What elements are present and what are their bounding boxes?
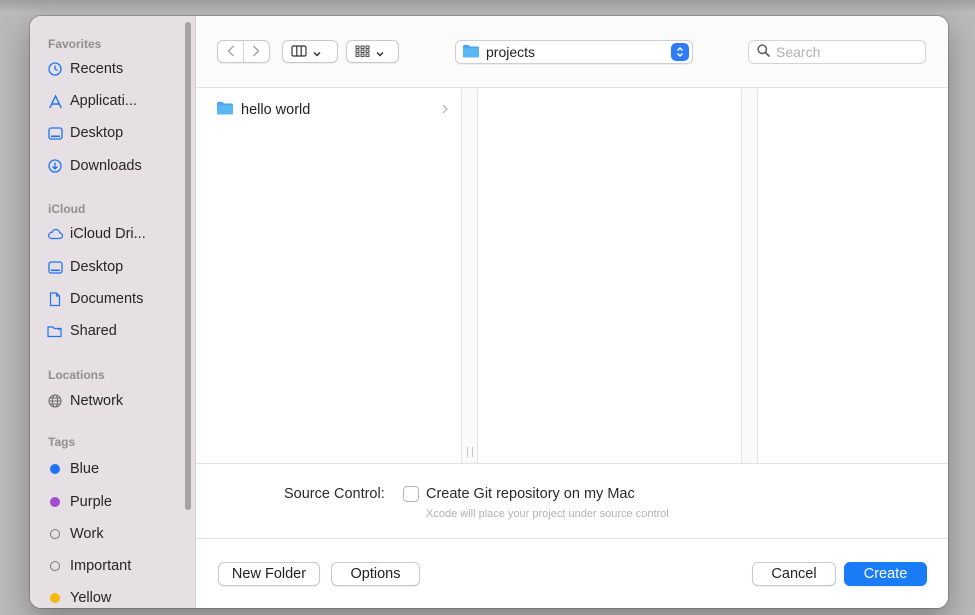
sidebar-item-label: Important — [70, 558, 132, 574]
browser-column-2 — [478, 89, 742, 463]
chevron-left-icon — [227, 44, 235, 60]
chevron-down-icon — [313, 44, 321, 60]
new-folder-button[interactable]: New Folder — [218, 562, 320, 586]
sidebar-item-downloads[interactable]: Downloads — [47, 155, 185, 177]
folder-icon — [462, 44, 480, 61]
sidebar-tag-yellow[interactable]: Yellow — [47, 587, 185, 608]
tag-ring-icon — [47, 558, 63, 574]
sidebar-item-label: Desktop — [70, 259, 124, 275]
browser-column-3 — [758, 89, 948, 463]
sidebar-item-label: Shared — [70, 323, 117, 339]
sidebar-section-favorites: Favorites — [48, 37, 102, 51]
sidebar: Favorites Recents Applicati... Desktop D… — [30, 16, 196, 608]
location-label: projects — [486, 44, 536, 60]
sidebar-item-recents[interactable]: Recents — [47, 58, 185, 80]
chevron-right-icon — [252, 44, 260, 60]
search-field[interactable] — [748, 40, 926, 64]
sidebar-item-icloud-desktop[interactable]: Desktop — [47, 256, 185, 278]
sidebar-item-label: Purple — [70, 494, 112, 510]
back-forward-group — [217, 40, 270, 63]
popup-stepper-icon — [671, 43, 689, 61]
desktop-icon — [47, 259, 63, 275]
sidebar-item-network[interactable]: Network — [47, 390, 185, 412]
applications-icon — [47, 93, 63, 109]
clock-icon — [47, 61, 63, 77]
sidebar-tag-work[interactable]: Work — [47, 523, 185, 545]
toolbar: projects — [196, 16, 948, 88]
chevron-right-icon — [442, 103, 448, 117]
sidebar-section-tags: Tags — [48, 435, 76, 449]
sidebar-scrollbar[interactable] — [185, 22, 191, 510]
sidebar-item-label: Network — [70, 393, 124, 409]
folder-icon — [216, 101, 234, 119]
create-button[interactable]: Create — [844, 562, 927, 586]
source-control-label: Source Control: — [284, 486, 385, 502]
group-by-button[interactable] — [346, 40, 399, 63]
sidebar-item-label: Work — [70, 526, 104, 542]
sidebar-item-label: Downloads — [70, 158, 142, 174]
view-mode-button[interactable] — [282, 40, 338, 63]
tag-dot-icon — [47, 494, 63, 510]
search-icon — [757, 44, 770, 60]
search-input[interactable] — [776, 44, 916, 60]
sidebar-item-label: Applicati... — [70, 93, 137, 109]
grid-view-icon — [355, 44, 370, 60]
source-control-options: Source Control: Create Git repository on… — [196, 463, 948, 539]
tag-dot-icon — [47, 461, 63, 477]
column-browser: hello world — [196, 89, 948, 463]
cloud-icon — [47, 226, 63, 242]
sidebar-item-label: Documents — [70, 291, 144, 307]
chevron-down-icon — [376, 44, 384, 60]
sidebar-item-label: Yellow — [70, 590, 112, 606]
sidebar-item-label: Recents — [70, 61, 124, 77]
sidebar-item-shared[interactable]: Shared — [47, 320, 185, 342]
sidebar-item-label: Desktop — [70, 125, 124, 141]
git-repository-checkbox[interactable] — [403, 486, 419, 502]
sidebar-section-icloud: iCloud — [48, 202, 86, 216]
dialog-footer: New Folder Options Cancel Create — [196, 540, 948, 608]
source-control-hint: Xcode will place your project under sour… — [426, 508, 669, 520]
git-repository-checkbox-label[interactable]: Create Git repository on my Mac — [426, 486, 635, 502]
column-gutter — [462, 89, 478, 463]
column-gutter — [742, 89, 758, 463]
sidebar-tag-important[interactable]: Important — [47, 555, 185, 577]
desktop-icon — [47, 125, 63, 141]
tag-dot-icon — [47, 590, 63, 606]
sidebar-item-documents[interactable]: Documents — [47, 288, 185, 310]
sidebar-item-desktop[interactable]: Desktop — [47, 122, 185, 144]
tag-ring-icon — [47, 526, 63, 542]
location-popup[interactable]: projects — [455, 40, 693, 64]
downloads-icon — [47, 158, 63, 174]
cancel-button[interactable]: Cancel — [752, 562, 836, 586]
back-button[interactable] — [218, 41, 243, 62]
sidebar-item-applications[interactable]: Applicati... — [47, 90, 185, 112]
sidebar-item-icloud-drive[interactable]: iCloud Dri... — [47, 223, 185, 245]
sidebar-section-locations: Locations — [48, 368, 105, 382]
sidebar-tag-purple[interactable]: Purple — [47, 491, 185, 513]
browser-column-1: hello world — [196, 89, 462, 463]
shared-folder-icon — [47, 323, 63, 339]
network-globe-icon — [47, 393, 63, 409]
sidebar-item-label: iCloud Dri... — [70, 226, 146, 242]
save-dialog: Favorites Recents Applicati... Desktop D… — [30, 16, 948, 608]
column-resize-handle[interactable] — [467, 447, 473, 457]
sidebar-tag-blue[interactable]: Blue — [47, 458, 185, 480]
list-item-label: hello world — [241, 102, 311, 118]
document-icon — [47, 291, 63, 307]
forward-button[interactable] — [244, 41, 269, 62]
sidebar-item-label: Blue — [70, 461, 100, 477]
window-backdrop — [0, 0, 975, 14]
list-item-hello-world[interactable]: hello world — [216, 99, 448, 121]
columns-view-icon — [291, 44, 307, 60]
options-button[interactable]: Options — [331, 562, 420, 586]
